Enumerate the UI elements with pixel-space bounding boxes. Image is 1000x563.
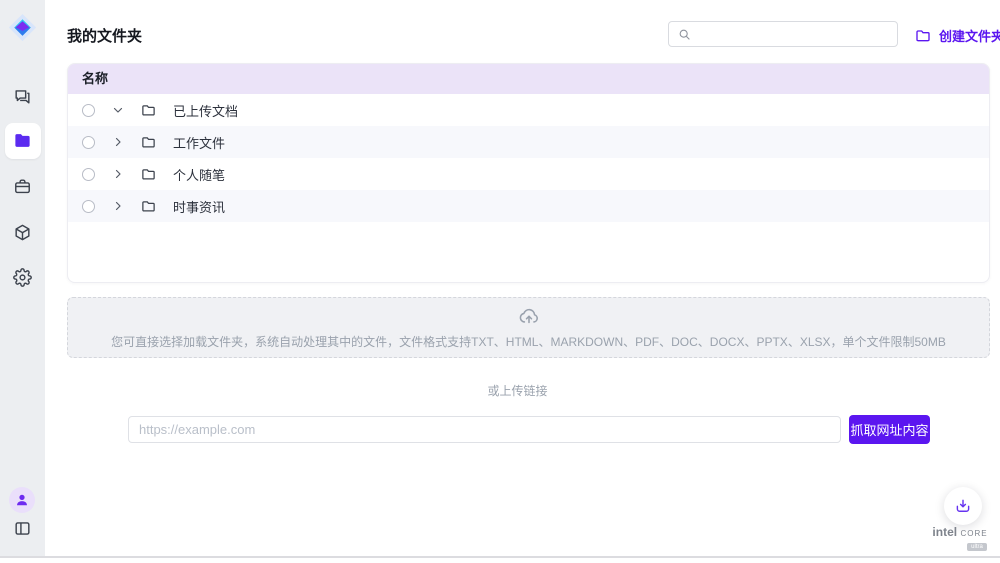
row-checkbox[interactable] bbox=[82, 200, 95, 213]
gear-icon bbox=[13, 268, 32, 287]
sidebar-item-chat[interactable] bbox=[13, 87, 32, 106]
folder-table: 名称 已上传文档 工作文件 个人随笔 bbox=[67, 63, 990, 283]
chat-icon bbox=[13, 87, 32, 106]
user-icon bbox=[15, 493, 29, 507]
folder-name: 时事资讯 bbox=[173, 197, 225, 216]
page-title: 我的文件夹 bbox=[67, 25, 142, 46]
app-logo-icon[interactable] bbox=[7, 12, 38, 43]
url-input[interactable] bbox=[128, 416, 841, 443]
sidebar bbox=[0, 0, 45, 556]
collapse-sidebar-button[interactable] bbox=[13, 519, 32, 538]
table-row[interactable]: 个人随笔 bbox=[68, 158, 989, 190]
folder-name: 已上传文档 bbox=[173, 101, 238, 120]
intel-ultra-badge: ultra bbox=[967, 543, 987, 551]
intel-core-text: core bbox=[960, 525, 987, 539]
table-header-name: 名称 bbox=[68, 64, 989, 94]
table-body: 已上传文档 工作文件 个人随笔 时事资讯 bbox=[68, 94, 989, 222]
download-fab-button[interactable] bbox=[944, 487, 982, 525]
chevron-right-icon[interactable] bbox=[112, 168, 124, 180]
search-box bbox=[668, 21, 898, 47]
user-avatar[interactable] bbox=[9, 487, 35, 513]
search-input[interactable] bbox=[697, 22, 893, 46]
fetch-url-button[interactable]: 抓取网址内容 bbox=[849, 415, 930, 444]
or-upload-link-label: 或上传链接 bbox=[45, 382, 990, 399]
chevron-right-icon[interactable] bbox=[112, 200, 124, 212]
table-row[interactable]: 已上传文档 bbox=[68, 94, 989, 126]
upload-hint: 您可直接选择加载文件夹，系统自动处理其中的文件，文件格式支持TXT、HTML、M… bbox=[68, 333, 989, 350]
chevron-down-icon[interactable] bbox=[112, 104, 124, 116]
folder-name: 工作文件 bbox=[173, 133, 225, 152]
row-checkbox[interactable] bbox=[82, 136, 95, 149]
upload-dropzone[interactable]: 您可直接选择加载文件夹，系统自动处理其中的文件，文件格式支持TXT、HTML、M… bbox=[67, 297, 990, 358]
row-checkbox[interactable] bbox=[82, 168, 95, 181]
folder-icon bbox=[141, 135, 156, 150]
cloud-upload-icon bbox=[518, 305, 540, 327]
folder-plus-icon bbox=[915, 28, 931, 44]
create-folder-label: 创建文件夹 bbox=[939, 26, 1000, 45]
intel-brand-text: intel bbox=[932, 525, 957, 539]
panel-toggle-icon bbox=[13, 519, 32, 538]
sidebar-item-workbench[interactable] bbox=[13, 177, 32, 196]
folder-icon bbox=[141, 167, 156, 182]
create-folder-button[interactable]: 创建文件夹 bbox=[915, 26, 1000, 45]
sidebar-item-settings[interactable] bbox=[13, 268, 32, 287]
download-icon bbox=[954, 497, 972, 515]
sidebar-item-models[interactable] bbox=[13, 223, 32, 242]
folder-icon bbox=[13, 131, 32, 150]
row-checkbox[interactable] bbox=[82, 104, 95, 117]
cube-icon bbox=[13, 223, 32, 242]
sidebar-item-folders[interactable] bbox=[5, 123, 41, 159]
bottom-divider bbox=[0, 556, 1000, 563]
table-row[interactable]: 工作文件 bbox=[68, 126, 989, 158]
chevron-right-icon[interactable] bbox=[112, 136, 124, 148]
app-window: 我的文件夹 创建文件夹 名称 已上传文档 工作文件 bbox=[0, 0, 1000, 563]
intel-core-logo: intel core ultra bbox=[928, 527, 992, 551]
search-icon bbox=[678, 28, 691, 41]
folder-icon bbox=[141, 103, 156, 118]
table-row[interactable]: 时事资讯 bbox=[68, 190, 989, 222]
briefcase-icon bbox=[13, 177, 32, 196]
folder-name: 个人随笔 bbox=[173, 165, 225, 184]
folder-icon bbox=[141, 199, 156, 214]
